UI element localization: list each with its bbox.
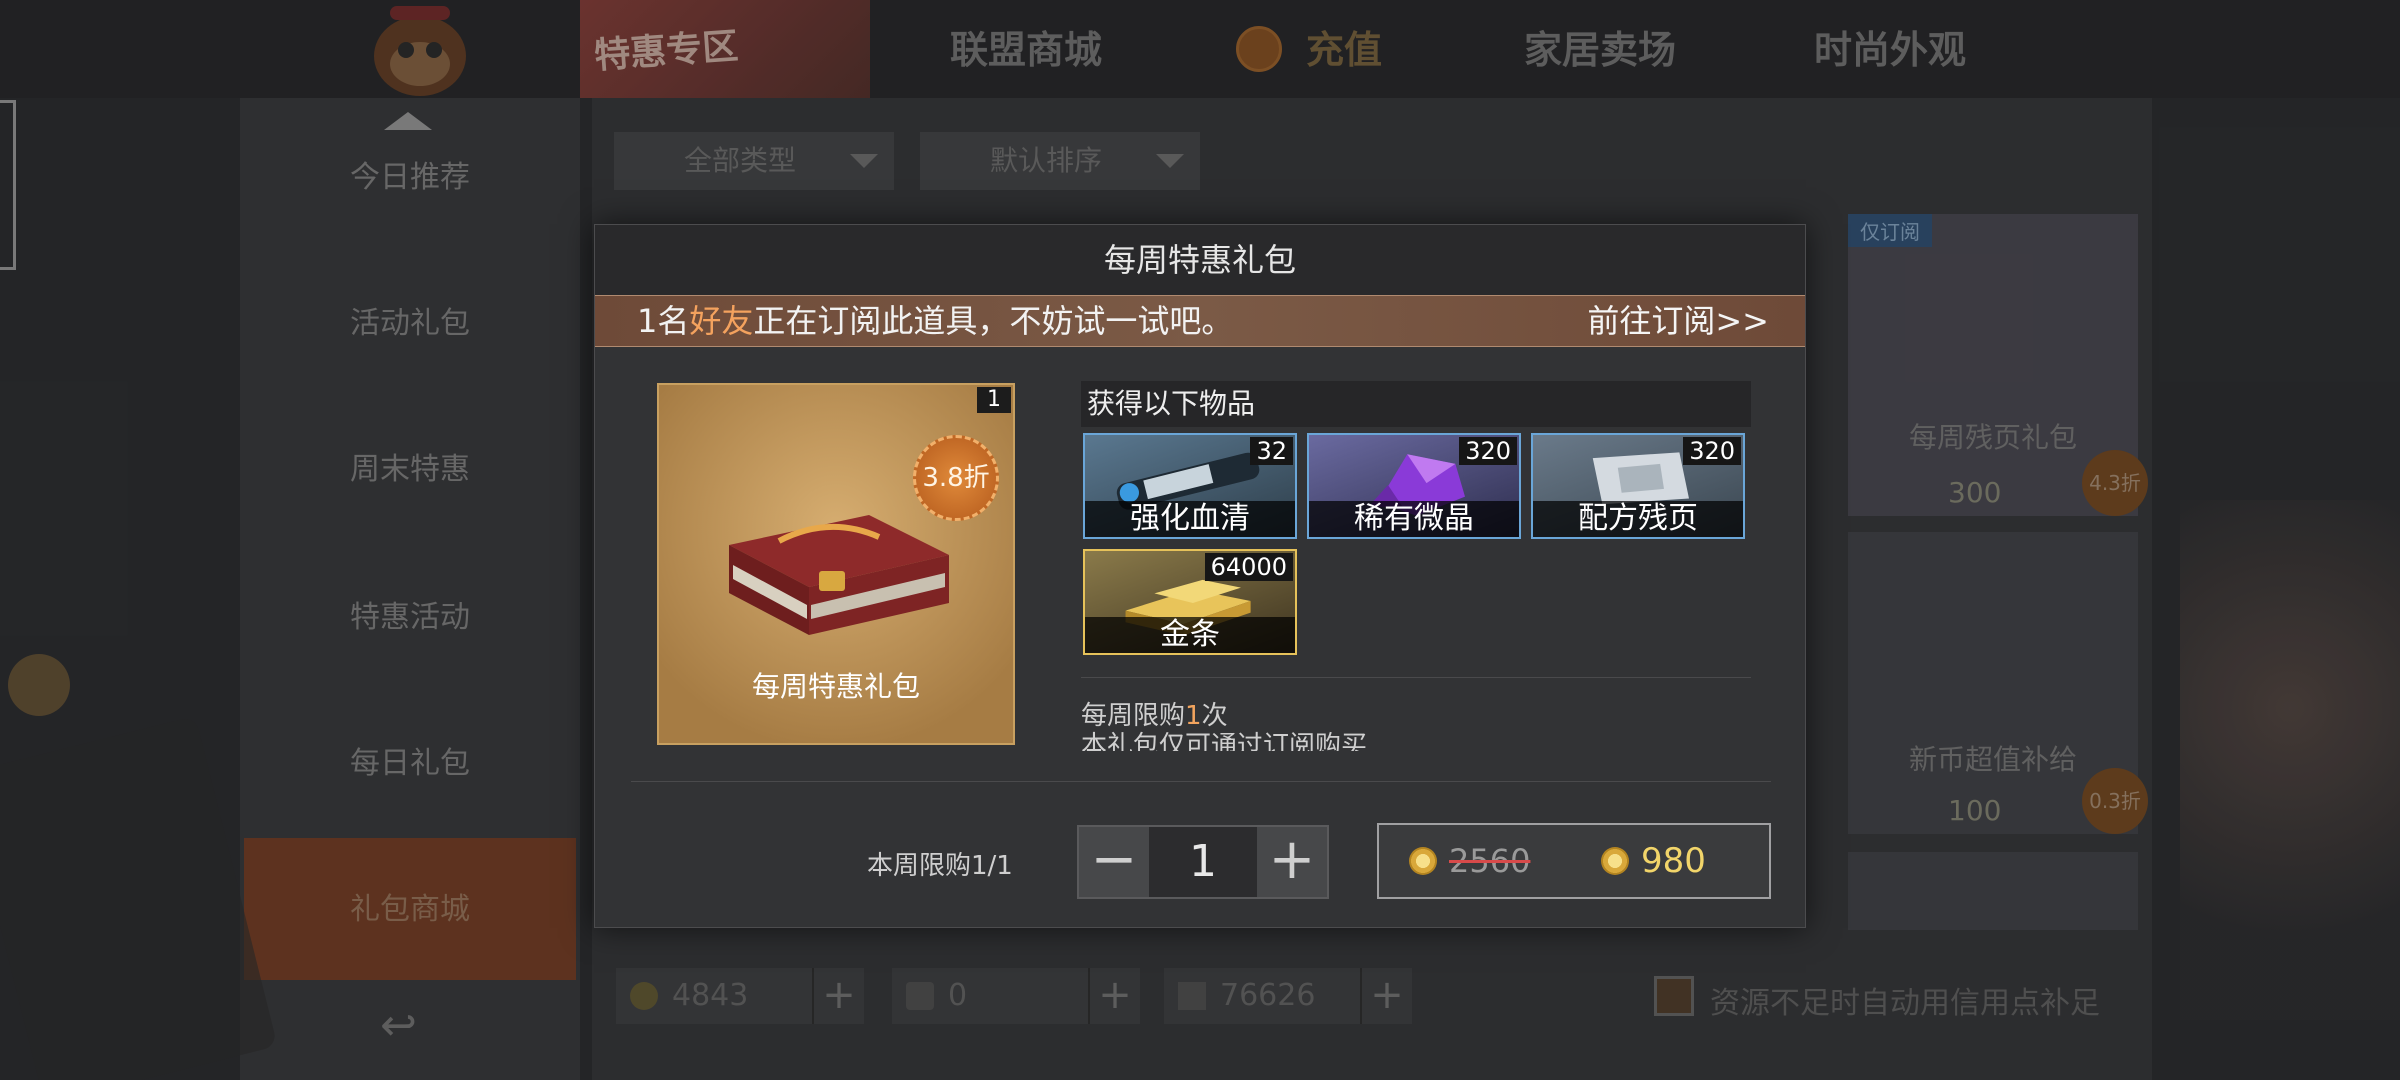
reward-item-serum[interactable]: 32 强化血清 [1083,433,1297,539]
weekly-limit-count: 1 [1185,701,1202,731]
pack-name: 每周特惠礼包 [751,670,920,703]
pack-discount-badge: 3.8折 [913,435,999,521]
friend-subscribe-notice: 1名好友正在订阅此道具，不妨试一试吧。 前往订阅>> [595,295,1805,347]
reward-name: 金条 [1085,617,1295,653]
treasure-chest-icon [729,515,949,635]
pack-preview-card: 1 3.8折 每周特惠礼包 [657,383,1015,745]
dialog-title: 每周特惠礼包 [595,225,1805,295]
reward-count: 320 [1683,437,1741,465]
reward-count: 320 [1459,437,1517,465]
notice-friend-highlight: 好友 [689,302,754,340]
go-subscribe-link[interactable]: 前往订阅>> [1587,296,1769,346]
reward-name: 配方残页 [1533,501,1743,537]
reward-count: 32 [1250,437,1293,465]
reward-name: 强化血清 [1085,501,1295,537]
divider [1081,677,1751,678]
gear-coin-icon [1601,847,1629,875]
discounted-price: 980 [1641,841,1706,881]
reward-count: 64000 [1204,553,1293,581]
weekly-limit-text: 每周限购1次 [1081,701,1228,731]
reward-item-gold-bar[interactable]: 64000 金条 [1083,549,1297,655]
decrease-quantity-button[interactable]: − [1079,827,1149,897]
quantity-value[interactable]: 1 [1151,827,1255,897]
gear-coin-icon [1409,847,1437,875]
reward-item-recipe-fragment[interactable]: 320 配方残页 [1531,433,1745,539]
original-price: 2560 [1449,842,1531,880]
purchase-limit-label: 本周限购1/1 [867,851,1013,881]
weekly-pack-dialog: 每周特惠礼包 1名好友正在订阅此道具，不妨试一试吧。 前往订阅>> 1 3.8折… [594,224,1806,928]
increase-quantity-button[interactable]: + [1257,827,1327,897]
reward-name: 稀有微晶 [1309,501,1519,537]
quantity-stepper: − 1 + [1077,825,1329,899]
buy-button[interactable]: 2560 980 [1377,823,1771,899]
pack-count-badge: 1 [977,387,1011,413]
reward-item-crystal[interactable]: 320 稀有微晶 [1307,433,1521,539]
divider [631,781,1771,782]
notice-text: 1名好友正在订阅此道具，不妨试一试吧。 [637,302,1234,340]
subscription-only-text: 本礼包仅可通过订阅购买 [1081,731,1368,751]
rewards-header: 获得以下物品 [1081,381,1751,427]
